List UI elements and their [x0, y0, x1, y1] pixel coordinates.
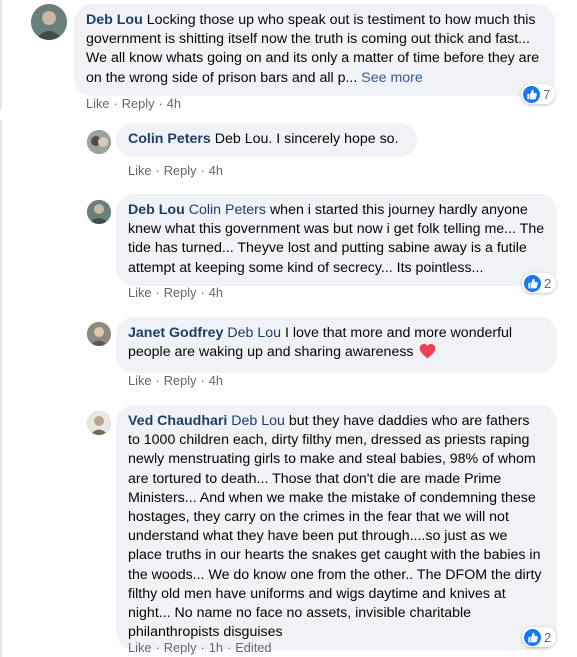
reaction-number: 7 [543, 86, 551, 102]
reply-button[interactable]: Reply [122, 96, 155, 111]
avatar-photo [87, 322, 111, 346]
thread-rule [0, 120, 2, 657]
see-more-link[interactable]: See more [361, 70, 423, 86]
comment-actions: Like · Reply · 4h [128, 285, 223, 300]
reaction-count[interactable]: 2 [522, 627, 557, 647]
reaction-count[interactable]: 7 [521, 84, 556, 104]
avatar[interactable] [87, 411, 111, 435]
comment-text: but they have daddies who are fathers to… [128, 413, 542, 641]
reply-button[interactable]: Reply [164, 285, 197, 300]
avatar-photo [87, 130, 111, 154]
comment-actions: Like · Reply · 4h [128, 163, 223, 178]
comment-actions: Like · Reply · 1h · Edited [128, 640, 272, 655]
comment-bubble: Deb Lou Colin Peters when i started this… [116, 194, 557, 286]
comment-author[interactable]: Deb Lou [86, 12, 143, 28]
comment-bubble: Deb Lou Locking those up who speak out i… [74, 4, 555, 96]
comment-actions: Like · Reply · 4h [86, 96, 181, 111]
reaction-count[interactable]: 2 [522, 273, 557, 293]
reply-button[interactable]: Reply [164, 163, 197, 178]
comment-actions: Like · Reply · 4h [128, 373, 223, 388]
mention-tag[interactable]: Colin Peters [189, 202, 266, 218]
reaction-number: 2 [544, 275, 552, 291]
mention-tag[interactable]: Deb Lou [231, 413, 285, 429]
reply-button[interactable]: Reply [164, 373, 197, 388]
comment-bubble: Ved Chaudhari Deb Lou but they have dadd… [116, 405, 557, 651]
like-button[interactable]: Like [128, 163, 151, 178]
reply-button[interactable]: Reply [164, 640, 197, 655]
like-button[interactable]: Like [128, 373, 151, 388]
avatar-photo [87, 200, 111, 224]
timestamp[interactable]: 4h [167, 96, 181, 111]
comment-author[interactable]: Colin Peters [128, 131, 211, 147]
comment-author[interactable]: Deb Lou [128, 202, 185, 218]
timestamp[interactable]: 4h [209, 373, 223, 388]
comment-author[interactable]: Ved Chaudhari [128, 413, 227, 429]
comment-author[interactable]: Janet Godfrey [128, 325, 223, 341]
like-icon [523, 85, 540, 103]
avatar[interactable] [87, 200, 111, 224]
avatar[interactable] [87, 322, 111, 346]
timestamp[interactable]: 4h [209, 285, 223, 300]
avatar-photo [87, 411, 111, 435]
timestamp[interactable]: 4h [209, 163, 223, 178]
like-button[interactable]: Like [86, 96, 109, 111]
comment-text: Locking those up who speak out is testim… [86, 12, 540, 86]
thread-rule [0, 0, 2, 110]
mention-tag[interactable]: Deb Lou [227, 325, 281, 341]
comment-bubble: Colin Peters Deb Lou. I sincerely hope s… [116, 123, 417, 158]
comment-thread: Deb Lou Locking those up who speak out i… [0, 0, 577, 657]
timestamp[interactable]: 1h [209, 640, 223, 655]
comment-bubble: Janet Godfrey Deb Lou I love that more a… [116, 317, 557, 374]
like-button[interactable]: Like [128, 285, 151, 300]
reaction-number: 2 [544, 629, 552, 645]
comment-text: Deb Lou. I sincerely hope so. [214, 131, 399, 147]
edited-label[interactable]: Edited [235, 640, 271, 655]
like-icon [524, 628, 541, 646]
like-icon [524, 274, 541, 292]
like-button[interactable]: Like [128, 640, 151, 655]
avatar[interactable] [87, 130, 111, 154]
avatar[interactable] [31, 4, 67, 40]
heart-icon [419, 343, 436, 365]
avatar-photo [31, 4, 67, 40]
